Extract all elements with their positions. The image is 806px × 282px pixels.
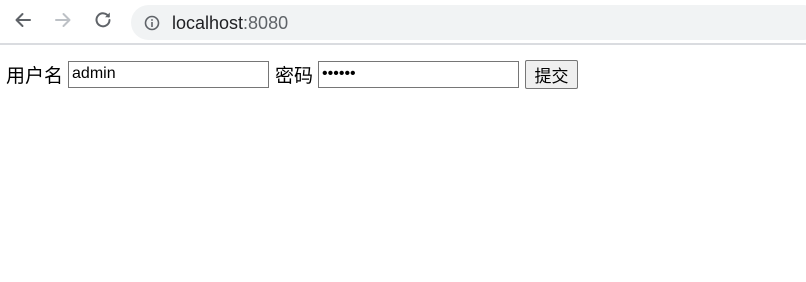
arrow-left-icon xyxy=(13,10,33,35)
password-input[interactable] xyxy=(318,60,520,88)
forward-button[interactable] xyxy=(48,7,78,37)
url-host: localhost xyxy=(172,12,244,33)
submit-button[interactable]: 提交 xyxy=(525,59,579,89)
password-label: 密码 xyxy=(275,64,314,87)
url-text: localhost:8080 xyxy=(172,14,288,32)
arrow-right-icon xyxy=(53,10,73,35)
browser-toolbar: localhost:8080 xyxy=(0,0,806,45)
info-icon[interactable] xyxy=(143,14,161,32)
reload-icon xyxy=(93,10,113,35)
address-bar[interactable]: localhost:8080 xyxy=(131,5,806,40)
back-button[interactable] xyxy=(8,7,38,37)
url-port: :8080 xyxy=(243,12,289,33)
reload-button[interactable] xyxy=(88,7,118,37)
login-form: 用户名 密码 提交 xyxy=(6,59,579,89)
username-input[interactable] xyxy=(68,60,270,88)
username-label: 用户名 xyxy=(6,64,64,87)
